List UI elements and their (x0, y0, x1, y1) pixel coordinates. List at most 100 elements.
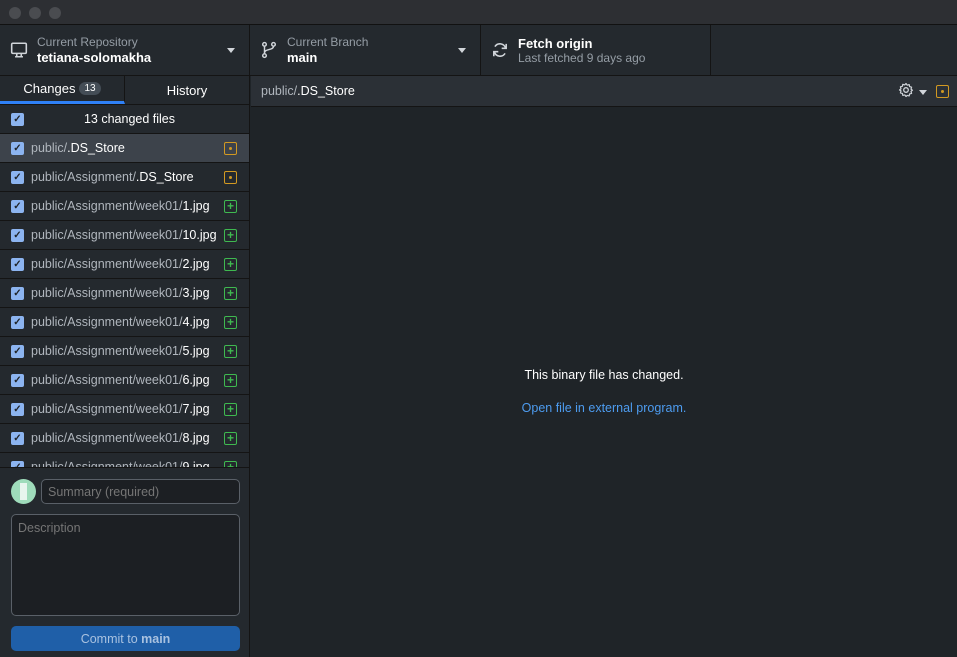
file-checkbox[interactable]: ✓ (11, 141, 24, 155)
file-name: 8.jpg (182, 431, 210, 445)
chevron-down-icon (227, 48, 235, 53)
fetch-label: Fetch origin (518, 35, 593, 51)
file-checkbox[interactable]: ✓ (11, 257, 24, 271)
file-row[interactable]: ✓ public/Assignment/week01/9.jpg + (0, 453, 249, 467)
tab-history[interactable]: History (125, 76, 249, 104)
description-input[interactable] (11, 514, 240, 616)
added-status-icon: + (224, 315, 237, 329)
file-path: public/Assignment/week01/10.jpg (31, 228, 224, 242)
changed-files-count: 13 changed files (83, 112, 176, 126)
branch-name: main (287, 50, 318, 65)
file-name: 7.jpg (182, 402, 210, 416)
file-dir: public/Assignment/week01/ (31, 257, 183, 271)
file-dir: public/Assignment/week01/ (31, 460, 183, 467)
file-dir: public/Assignment/week01/ (31, 344, 183, 358)
file-row[interactable]: ✓ public/Assignment/week01/2.jpg + (0, 250, 249, 279)
file-path: public/Assignment/week01/9.jpg (31, 460, 224, 467)
diff-path-name: .DS_Store (297, 84, 355, 98)
file-dir: public/Assignment/ (31, 170, 136, 184)
file-path: public/Assignment/.DS_Store (31, 170, 224, 184)
file-row[interactable]: ✓ public/Assignment/.DS_Store (0, 163, 249, 192)
file-row[interactable]: ✓ public/Assignment/week01/5.jpg + (0, 337, 249, 366)
file-dir: public/Assignment/week01/ (31, 286, 183, 300)
file-checkbox[interactable]: ✓ (11, 431, 24, 445)
file-name: 2.jpg (182, 257, 210, 271)
added-status-icon: + (224, 199, 237, 213)
file-path: public/.DS_Store (31, 141, 224, 155)
file-row[interactable]: ✓ public/Assignment/week01/6.jpg + (0, 366, 249, 395)
commit-label: Commit to (80, 631, 142, 646)
minimize-window-button[interactable] (29, 7, 41, 19)
file-path: public/Assignment/week01/2.jpg (31, 257, 224, 271)
close-window-button[interactable] (9, 7, 21, 19)
file-name: 5.jpg (182, 344, 210, 358)
commit-button[interactable]: Commit to main (11, 626, 240, 651)
avatar (11, 479, 36, 504)
file-path: public/Assignment/week01/3.jpg (31, 286, 224, 300)
file-checkbox[interactable]: ✓ (11, 315, 24, 329)
file-list[interactable]: ✓ public/.DS_Store ✓ public/Assignment/.DS_… (0, 134, 249, 467)
file-row[interactable]: ✓ public/Assignment/week01/8.jpg + (0, 424, 249, 453)
chevron-down-icon (458, 48, 466, 53)
diff-header: public/.DS_Store (251, 76, 957, 107)
file-checkbox[interactable]: ✓ (11, 402, 24, 416)
file-path: public/Assignment/week01/7.jpg (31, 402, 224, 416)
file-name: 6.jpg (182, 373, 210, 387)
diff-path-dir: public/ (261, 84, 298, 98)
select-all-checkbox[interactable]: ✓ (11, 112, 24, 126)
file-path: public/Assignment/week01/5.jpg (31, 344, 224, 358)
file-row[interactable]: ✓ public/Assignment/week01/1.jpg + (0, 192, 249, 221)
modified-status-icon (224, 170, 237, 184)
file-dir: public/Assignment/week01/ (31, 199, 183, 213)
file-dir: public/Assignment/week01/ (31, 402, 183, 416)
binary-message: This binary file has changed. (524, 368, 684, 382)
file-name: 3.jpg (182, 286, 210, 300)
file-checkbox[interactable]: ✓ (11, 344, 24, 358)
file-path: public/Assignment/week01/1.jpg (31, 199, 224, 213)
file-checkbox[interactable]: ✓ (11, 228, 24, 242)
modified-status-icon (224, 141, 237, 155)
fetch-origin-button[interactable]: Fetch origin Last fetched 9 days ago (481, 25, 711, 75)
file-checkbox[interactable]: ✓ (11, 286, 24, 300)
tab-label: Changes (23, 81, 76, 96)
file-checkbox[interactable]: ✓ (11, 373, 24, 387)
git-branch-icon (261, 41, 277, 59)
diff-panel: public/.DS_Store This binary file has ch… (251, 76, 957, 657)
added-status-icon: + (224, 286, 237, 300)
current-branch-button[interactable]: Current Branch main (250, 25, 481, 75)
current-repository-button[interactable]: Current Repository tetiana-solomakha (0, 25, 250, 75)
tab-changes[interactable]: Changes 13 (0, 76, 125, 104)
added-status-icon: + (224, 431, 237, 445)
chevron-down-icon[interactable] (919, 90, 927, 95)
repo-name: tetiana-solomakha (37, 50, 152, 65)
file-row[interactable]: ✓ public/Assignment/week01/3.jpg + (0, 279, 249, 308)
added-status-icon: + (224, 402, 237, 416)
commit-panel: Commit to main (0, 467, 249, 657)
open-external-link[interactable]: Open file in external program. (522, 401, 687, 415)
file-dir: public/Assignment/week01/ (31, 315, 183, 329)
file-row[interactable]: ✓ public/Assignment/week01/4.jpg + (0, 308, 249, 337)
file-row[interactable]: ✓ public/Assignment/week01/10.jpg + (0, 221, 249, 250)
commit-branch: main (141, 631, 171, 646)
file-checkbox[interactable]: ✓ (11, 199, 24, 213)
summary-input[interactable] (41, 479, 240, 504)
zoom-window-button[interactable] (49, 7, 61, 19)
file-dir: public/Assignment/week01/ (31, 431, 183, 445)
added-status-icon: + (224, 228, 237, 242)
file-name: .DS_Store (135, 170, 194, 184)
title-bar (0, 0, 957, 25)
file-path: public/Assignment/week01/4.jpg (31, 315, 224, 329)
toolbar: Current Repository tetiana-solomakha Curr… (0, 25, 957, 76)
modified-status-icon (936, 85, 949, 98)
file-name: 4.jpg (182, 315, 210, 329)
file-dir: public/Assignment/week01/ (31, 373, 183, 387)
file-row[interactable]: ✓ public/.DS_Store (0, 134, 249, 163)
file-row[interactable]: ✓ public/Assignment/week01/7.jpg + (0, 395, 249, 424)
file-dir: public/ (31, 141, 68, 155)
file-path: public/Assignment/week01/6.jpg (31, 373, 224, 387)
gear-icon[interactable] (898, 82, 914, 98)
sidebar-tabs: Changes 13 History (0, 76, 249, 105)
file-name: .DS_Store (67, 141, 125, 155)
file-checkbox[interactable]: ✓ (11, 170, 24, 184)
added-status-icon: + (224, 257, 237, 271)
